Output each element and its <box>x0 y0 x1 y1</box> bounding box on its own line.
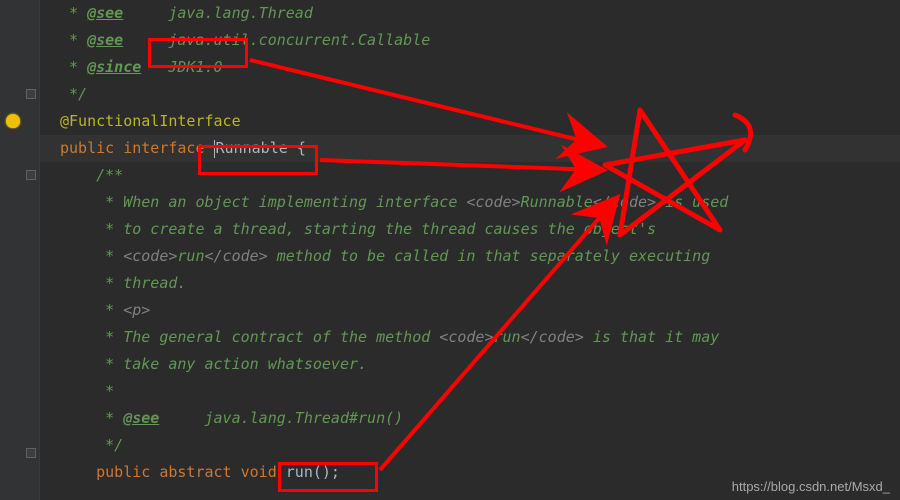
code-line: * The general contract of the method <co… <box>40 324 900 351</box>
code-line: * <p> <box>40 297 900 324</box>
code-line: * @see java.lang.Thread <box>40 0 900 27</box>
code-line: */ <box>40 432 900 459</box>
fold-icon[interactable] <box>26 89 36 99</box>
code-line: * @since JDK1.0 <box>40 54 900 81</box>
code-editor[interactable]: * @see java.lang.Thread * @see java.util… <box>40 0 900 486</box>
code-line: * @see java.lang.Thread#run() <box>40 405 900 432</box>
fold-icon[interactable] <box>26 170 36 180</box>
editor-gutter <box>0 0 40 500</box>
fold-icon[interactable] <box>26 448 36 458</box>
code-line: public interface Runnable { <box>40 135 900 162</box>
code-line: * <box>40 378 900 405</box>
code-line: * When an object implementing interface … <box>40 189 900 216</box>
code-line: * <code>run</code> method to be called i… <box>40 243 900 270</box>
text-caret <box>214 140 215 158</box>
code-line: /** <box>40 162 900 189</box>
code-line: * thread. <box>40 270 900 297</box>
code-line: @FunctionalInterface <box>40 108 900 135</box>
watermark: https://blog.csdn.net/Msxd_ <box>732 479 890 494</box>
code-line: * to create a thread, starting the threa… <box>40 216 900 243</box>
code-line: * @see java.util.concurrent.Callable <box>40 27 900 54</box>
code-line: */ <box>40 81 900 108</box>
bulb-icon[interactable] <box>6 114 20 128</box>
code-line: * take any action whatsoever. <box>40 351 900 378</box>
